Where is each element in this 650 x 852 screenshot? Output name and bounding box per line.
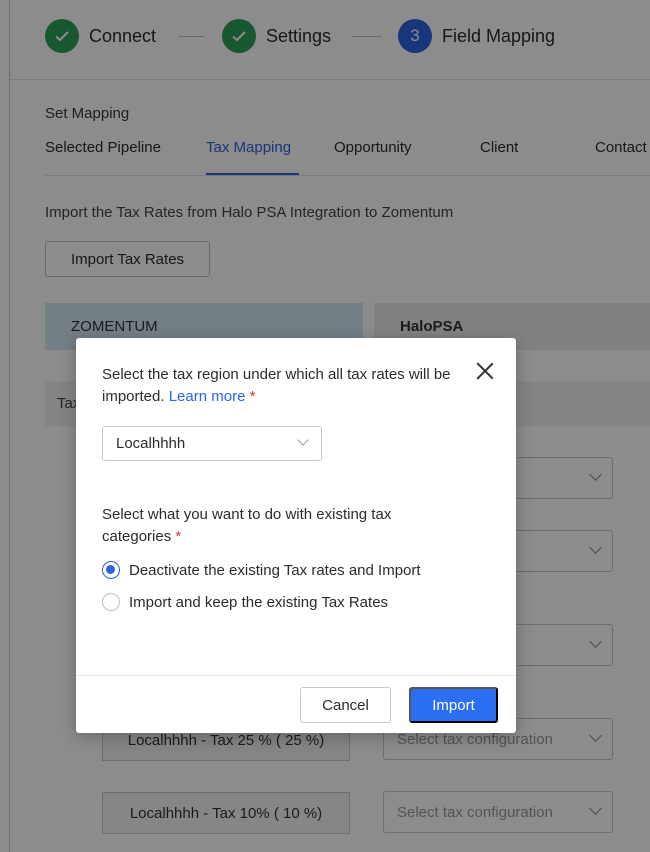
existing-tax-action-text: Select what you want to do with existing…: [102, 506, 392, 545]
tax-region-select[interactable]: Localhhhh: [102, 426, 322, 461]
option-label: Import and keep the existing Tax Rates: [129, 593, 389, 611]
learn-more-link[interactable]: Learn more: [169, 388, 246, 405]
existing-tax-action-question: Select what you want to do with existing…: [102, 504, 462, 548]
required-marker: *: [249, 388, 256, 405]
radio-button[interactable]: [102, 593, 120, 611]
radio-button-selected[interactable]: [102, 561, 120, 579]
tax-region-question-text: Select the tax region under which all ta…: [102, 366, 451, 405]
tax-region-question: Select the tax region under which all ta…: [102, 364, 492, 408]
chevron-down-icon: [297, 434, 309, 446]
option-label: Deactivate the existing Tax rates and Im…: [129, 561, 421, 579]
cancel-button[interactable]: Cancel: [300, 687, 391, 723]
tax-region-value: Localhhhh: [116, 435, 186, 452]
option-import-and-keep[interactable]: Import and keep the existing Tax Rates: [102, 592, 388, 612]
import-button[interactable]: Import: [409, 687, 498, 723]
required-marker: *: [175, 528, 182, 545]
option-deactivate-and-import[interactable]: Deactivate the existing Tax rates and Im…: [102, 560, 421, 580]
import-tax-rates-dialog: Select the tax region under which all ta…: [76, 338, 516, 733]
